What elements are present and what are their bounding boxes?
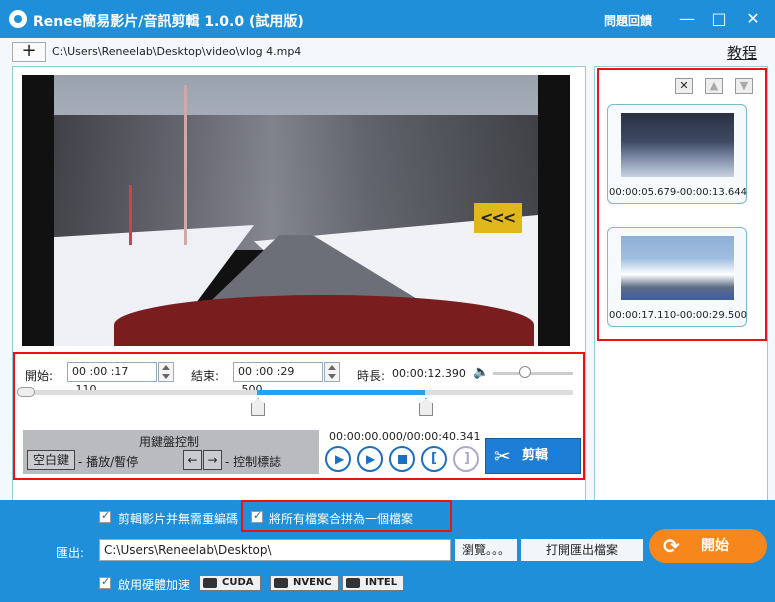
hw-accel-label: 啟用硬體加速 xyxy=(118,578,191,592)
right-arrow-key: → xyxy=(203,450,222,470)
browse-button[interactable]: 瀏覽。。。 xyxy=(455,539,517,561)
hw-accel-checkbox[interactable] xyxy=(99,575,111,589)
timeline-track[interactable] xyxy=(23,390,573,395)
arrow-key-desc: - 控制標誌 xyxy=(225,455,282,469)
end-marker-handle[interactable] xyxy=(419,398,433,416)
video-frame xyxy=(54,75,538,346)
start-marker-handle[interactable] xyxy=(251,398,265,416)
left-arrow-key: ← xyxy=(183,450,202,470)
play-icon[interactable]: ▶ xyxy=(325,446,351,472)
maximize-icon[interactable]: □ xyxy=(708,9,730,29)
keyboard-help-panel: 用鍵盤控制 空白鍵 - 播放/暫停 ← → - 控制標誌 xyxy=(23,430,319,474)
cut-button-label: 剪輯 xyxy=(522,448,549,463)
file-path: C:\Users\Reneelab\Desktop\video\vlog 4.m… xyxy=(52,45,302,58)
volume-slider[interactable] xyxy=(493,372,573,375)
close-icon[interactable]: ✕ xyxy=(742,9,764,29)
merge-checkbox[interactable] xyxy=(251,509,263,523)
feedback-link[interactable]: 問題回饋 xyxy=(604,12,652,29)
clips-panel: ✕ ▲ ▼ 00:00:05.679-00:00:13.644 00:00:17… xyxy=(594,66,768,504)
clips-list: ✕ ▲ ▼ 00:00:05.679-00:00:13.644 00:00:17… xyxy=(597,68,767,341)
cut-button[interactable]: ✂ 剪輯 xyxy=(485,438,581,474)
output-path-input[interactable]: C:\Users\Reneelab\Desktop\ xyxy=(99,539,451,561)
intel-badge: INTEL xyxy=(342,575,405,591)
volume-knob[interactable] xyxy=(519,366,531,378)
play-segment-icon[interactable]: ▶ xyxy=(357,446,383,472)
move-up-button[interactable]: ▲ xyxy=(705,78,723,94)
timeline-selection xyxy=(257,390,425,395)
cuda-badge: CUDA xyxy=(199,575,261,591)
stop-icon[interactable] xyxy=(389,446,415,472)
duration-value: 00:00:12.390 xyxy=(392,367,466,380)
clip-time-range: 00:00:17.110-00:00:29.500 xyxy=(609,310,747,321)
start-time-stepper[interactable] xyxy=(158,362,174,382)
merge-option-highlight: 將所有檔案合拼為一個檔案 xyxy=(241,500,452,532)
no-reencode-label: 剪輯影片并無需重編碼 xyxy=(118,512,239,526)
road-sign-image xyxy=(474,203,522,233)
keyboard-help-title: 用鍵盤控制 xyxy=(139,435,200,449)
start-label: 開始: xyxy=(25,369,54,383)
video-preview[interactable] xyxy=(22,75,570,346)
remove-clip-button[interactable]: ✕ xyxy=(675,78,693,94)
open-output-button[interactable]: 打開匯出檔案 xyxy=(521,539,643,561)
duration-label: 時長: xyxy=(357,369,386,383)
nvenc-badge: NVENC xyxy=(270,575,339,591)
space-key: 空白鍵 xyxy=(27,450,75,470)
playback-position: 00:00:00.000/00:00:40.341 xyxy=(329,430,481,443)
playhead-knob[interactable] xyxy=(17,387,35,397)
refresh-icon: ⟳ xyxy=(663,534,680,558)
app-title: Renee簡易影片/音訊剪輯 1.0.0 (試用版) xyxy=(33,14,304,30)
clip-item[interactable]: 00:00:05.679-00:00:13.644 xyxy=(607,104,747,204)
minimize-icon[interactable]: — xyxy=(676,9,698,29)
end-time-input[interactable]: 00 :00 :29 .500 xyxy=(233,362,323,396)
bottom-bar: 剪輯影片并無需重編碼 將所有檔案合拼為一個檔案 匯出: C:\Users\Ren… xyxy=(0,500,775,602)
clip-thumbnail xyxy=(621,113,734,177)
speaker-icon[interactable]: 🔈 xyxy=(473,365,489,380)
output-label: 匯出: xyxy=(56,546,85,560)
mark-end-icon[interactable]: ] xyxy=(453,446,479,472)
title-bar: Renee簡易影片/音訊剪輯 1.0.0 (試用版) 問題回饋 — □ ✕ xyxy=(0,0,775,38)
start-time-input[interactable]: 00 :00 :17 .110 xyxy=(67,362,157,396)
mark-start-icon[interactable]: [ xyxy=(421,446,447,472)
clip-item[interactable]: 00:00:17.110-00:00:29.500 xyxy=(607,227,747,327)
start-button[interactable]: ⟳ 開始 xyxy=(649,529,767,563)
editor-panel: 開始: 00 :00 :17 .110 結束: 00 :00 :29 .500 … xyxy=(12,66,586,504)
start-button-label: 開始 xyxy=(701,538,729,554)
scissors-icon: ✂ xyxy=(494,444,511,468)
move-down-button[interactable]: ▼ xyxy=(735,78,753,94)
end-time-stepper[interactable] xyxy=(324,362,340,382)
tutorial-link[interactable]: 教程 xyxy=(727,42,757,63)
add-file-button[interactable]: + xyxy=(12,42,46,62)
end-label: 結束: xyxy=(191,369,220,383)
no-reencode-checkbox[interactable] xyxy=(99,509,111,523)
clip-time-range: 00:00:05.679-00:00:13.644 xyxy=(609,187,747,198)
trim-controls: 開始: 00 :00 :17 .110 結束: 00 :00 :29 .500 … xyxy=(13,352,585,480)
clip-thumbnail xyxy=(621,236,734,300)
main-area: + C:\Users\Reneelab\Desktop\video\vlog 4… xyxy=(0,38,775,504)
app-logo-icon xyxy=(9,10,27,28)
merge-label: 將所有檔案合拼為一個檔案 xyxy=(269,512,414,526)
space-key-desc: - 播放/暫停 xyxy=(78,455,139,469)
